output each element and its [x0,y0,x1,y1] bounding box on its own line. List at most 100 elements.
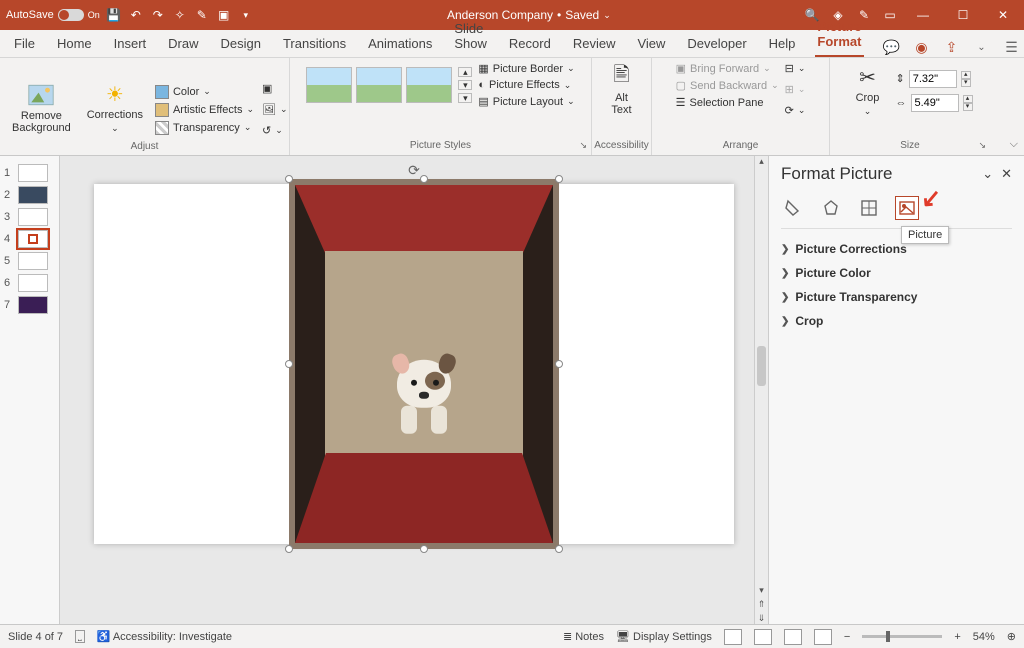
tab-developer[interactable]: Developer [685,33,748,57]
notes-button[interactable]: ≣ Notes [563,630,604,643]
color-button[interactable]: Color⌄ [155,85,254,99]
resize-handle-s[interactable] [420,545,428,553]
qat-icon[interactable]: ✎ [194,7,210,23]
share-icon[interactable]: ⇪ [942,37,962,57]
slide-thumbnail[interactable]: 2 [0,184,59,206]
scroll-up-icon[interactable]: ▴ [755,156,768,167]
zoom-thumb[interactable] [886,631,890,642]
picture-layout-button[interactable]: ▤Picture Layout⌄ [478,95,574,108]
gallery-more-icon[interactable]: ▾ [458,93,472,103]
minimize-button[interactable]: — [908,5,938,25]
fit-to-window-icon[interactable]: ⊕ [1007,630,1016,643]
bring-forward-button[interactable]: ▣Bring Forward⌄ [676,62,779,75]
compress-pictures-icon[interactable]: ▣ [262,82,288,95]
send-backward-button[interactable]: ▢Send Backward⌄ [676,79,779,92]
reset-picture-icon[interactable]: ↺ ⌄ [262,124,288,137]
resize-handle-e[interactable] [555,360,563,368]
resize-handle-sw[interactable] [285,545,293,553]
crop-button[interactable]: ✂ Crop ⌄ [848,62,888,119]
gallery-down-icon[interactable]: ▾ [458,80,472,90]
tab-slideshow[interactable]: Slide Show [452,18,489,57]
height-up-icon[interactable]: ▴ [961,71,971,79]
align-icon[interactable]: ⊟⌄ [785,62,806,75]
tab-view[interactable]: View [635,33,667,57]
touch-icon[interactable]: ✧ [172,7,188,23]
tab-help[interactable]: Help [767,33,798,57]
selected-picture[interactable] [289,179,559,549]
pane-options-icon[interactable]: ⌄ [982,166,993,182]
rotate-icon[interactable]: ⟳⌄ [785,104,806,117]
width-down-icon[interactable]: ▾ [963,103,973,111]
slide-editor[interactable]: ⟳ [60,156,768,624]
scrollbar-thumb[interactable] [757,346,766,386]
collapse-chevron-icon[interactable]: ⌵ [1010,138,1018,151]
group-icon[interactable]: ⊞⌄ [785,83,806,96]
height-input[interactable] [909,70,957,88]
vertical-scrollbar[interactable]: ▴ ▾ ⇑ ⇓ [754,156,768,624]
width-input[interactable] [911,94,959,112]
slideshow-view-icon[interactable] [814,629,832,645]
slide-thumbnail[interactable]: 3 [0,206,59,228]
size-launcher-icon[interactable]: ↘ [978,140,986,151]
rotate-handle-icon[interactable]: ⟳ [408,162,420,179]
picture-border-button[interactable]: ▦Picture Border⌄ [478,62,574,75]
picture-color-section[interactable]: ❯Picture Color [781,261,1012,285]
reading-view-icon[interactable] [784,629,802,645]
language-icon[interactable]: ⎵ [75,630,85,643]
zoom-in-icon[interactable]: + [954,631,960,643]
redo-icon[interactable]: ↷ [150,7,166,23]
crop-section[interactable]: ❯Crop [781,309,1012,333]
collapse-ribbon-icon[interactable]: ☰ [1002,37,1022,57]
style-thumb[interactable] [306,67,352,103]
undo-icon[interactable]: ↶ [128,7,144,23]
ribbon-mode-icon[interactable]: ▭ [882,7,898,23]
sorter-view-icon[interactable] [754,629,772,645]
autosave-toggle[interactable]: AutoSave On [6,9,100,21]
record-icon[interactable]: ◉ [912,37,932,57]
slide-counter[interactable]: Slide 4 of 7 [8,631,63,643]
zoom-slider[interactable] [862,635,942,638]
slide-thumbnail[interactable]: 4 [0,228,59,250]
slide-thumbnail[interactable]: 6 [0,272,59,294]
accessibility-status[interactable]: ♿ Accessibility: Investigate [97,630,232,643]
effects-tab-icon[interactable] [819,196,843,220]
zoom-percent[interactable]: 54% [973,631,995,643]
picture-effects-button[interactable]: ◐Picture Effects⌄ [478,79,574,91]
slide-thumbnail[interactable]: 1 [0,162,59,184]
slide-thumbnail-panel[interactable]: 1234567 [0,156,60,624]
save-icon[interactable]: 💾 [106,7,122,23]
resize-handle-n[interactable] [420,175,428,183]
tab-record[interactable]: Record [507,33,553,57]
picture-transparency-section[interactable]: ❯Picture Transparency [781,285,1012,309]
style-thumb[interactable] [406,67,452,103]
change-picture-icon[interactable]: 🖼 ⌄ [262,103,288,116]
normal-view-icon[interactable] [724,629,742,645]
picture-tab-icon[interactable] [895,196,919,220]
pane-close-icon[interactable]: ✕ [1001,166,1012,182]
tab-review[interactable]: Review [571,33,618,57]
fill-line-tab-icon[interactable] [781,196,805,220]
tab-insert[interactable]: Insert [112,33,149,57]
tab-animations[interactable]: Animations [366,33,434,57]
tab-home[interactable]: Home [55,33,94,57]
tab-draw[interactable]: Draw [166,33,200,57]
comments-icon[interactable]: 💬 [882,37,902,57]
resize-handle-ne[interactable] [555,175,563,183]
height-down-icon[interactable]: ▾ [961,79,971,87]
size-properties-tab-icon[interactable] [857,196,881,220]
resize-handle-nw[interactable] [285,175,293,183]
transparency-button[interactable]: Transparency⌄ [155,121,254,135]
next-slide-icon[interactable]: ⇓ [755,613,768,624]
alt-text-button[interactable]: 🖹 Alt Text [602,62,642,118]
picture-styles-launcher-icon[interactable]: ↘ [579,140,587,151]
style-thumb[interactable] [356,67,402,103]
artistic-effects-button[interactable]: Artistic Effects⌄ [155,103,254,117]
zoom-out-icon[interactable]: − [844,631,850,643]
picture-corrections-section[interactable]: ❯Picture Corrections [781,237,1012,261]
tab-design[interactable]: Design [219,33,263,57]
tab-transitions[interactable]: Transitions [281,33,348,57]
prev-slide-icon[interactable]: ⇑ [755,599,768,610]
remove-background-button[interactable]: Remove Background [8,80,75,136]
qat-overflow-icon[interactable]: ▾ [238,7,254,23]
present-icon[interactable]: ▣ [216,7,232,23]
